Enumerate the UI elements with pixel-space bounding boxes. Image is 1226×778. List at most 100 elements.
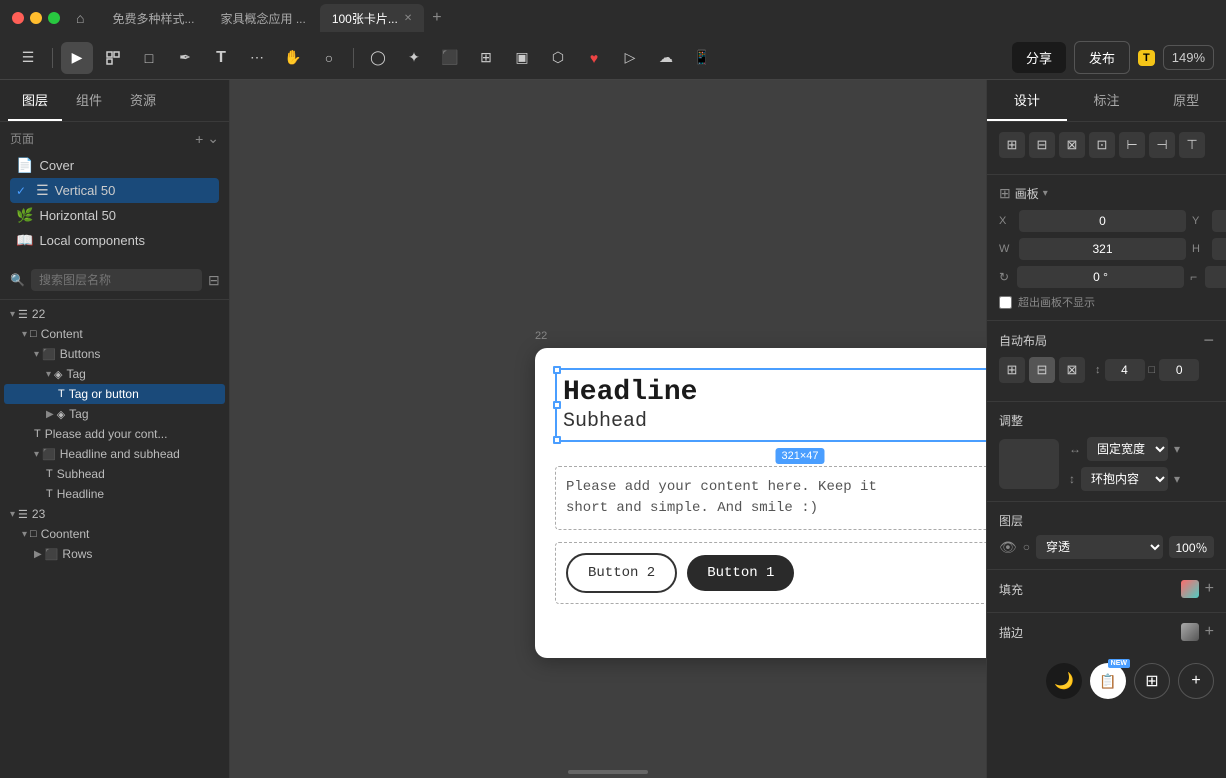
page-local[interactable]: 📖 Local components — [10, 228, 219, 253]
padding-input[interactable] — [1159, 359, 1199, 381]
pages-expand-button[interactable]: ⌄ — [207, 130, 219, 147]
play-tool[interactable]: ▷ — [614, 42, 646, 74]
headline-subhead-group[interactable]: Headline Subhead 321×47 — [555, 368, 986, 442]
width-select[interactable]: 固定宽度 — [1087, 437, 1168, 461]
layout-dir-1[interactable]: ⊞ — [999, 357, 1025, 383]
page-horizontal[interactable]: 🌿 Horizontal 50 — [10, 203, 219, 228]
align-center-h-button[interactable]: ⊟ — [1029, 132, 1055, 158]
circle-tool[interactable]: ◯ — [362, 42, 394, 74]
new-tab-button[interactable]: + — [426, 9, 447, 27]
height-select[interactable]: 环抱内容 — [1081, 467, 1168, 491]
corner-input[interactable] — [1205, 266, 1226, 288]
copy-fab[interactable]: 📋 NEW — [1090, 663, 1126, 699]
x-input[interactable] — [1019, 210, 1186, 232]
layer-tag-or-button[interactable]: T Tag or button — [4, 384, 225, 404]
layer-content[interactable]: ▾ □ Content — [4, 324, 225, 344]
hand-tool[interactable]: ✋ — [277, 42, 309, 74]
tab-2[interactable]: 家具概念应用 ... — [208, 4, 317, 32]
heart-tool[interactable]: ♥ — [578, 42, 610, 74]
design-tab[interactable]: 设计 — [987, 80, 1067, 121]
canvas-scrollbar[interactable] — [568, 770, 648, 774]
publish-button[interactable]: 发布 — [1074, 41, 1130, 74]
canvas-dropdown-icon[interactable]: ▾ — [1043, 188, 1048, 199]
align-top-button[interactable]: ⊡ — [1089, 132, 1115, 158]
moon-fab[interactable]: 🌙 — [1046, 663, 1082, 699]
layer-22[interactable]: ▾ ☰ 22 — [4, 304, 225, 324]
layer-buttons[interactable]: ▾ ⬛ Buttons — [4, 344, 225, 364]
remove-auto-layout-button[interactable]: − — [1203, 331, 1214, 349]
vector-tool[interactable]: ✒ — [169, 42, 201, 74]
stroke-color-picker[interactable] — [1181, 623, 1199, 641]
distribute-button[interactable]: ⊤ — [1179, 132, 1205, 158]
layer-rows[interactable]: ▶ ⬛ Rows — [4, 544, 225, 564]
minimize-button[interactable] — [30, 12, 42, 24]
align-left-button[interactable]: ⊞ — [999, 132, 1025, 158]
align-bottom-button[interactable]: ⊣ — [1149, 132, 1175, 158]
layer-headline[interactable]: T Headline — [4, 484, 225, 504]
opacity-input[interactable] — [1169, 536, 1214, 558]
prototype-tab[interactable]: 原型 — [1146, 80, 1226, 121]
button-2[interactable]: Button 2 — [566, 553, 677, 593]
layer-tag2[interactable]: ▶ ◈ Tag — [4, 404, 225, 424]
h-input[interactable] — [1212, 238, 1226, 260]
maximize-button[interactable] — [48, 12, 60, 24]
tab-1[interactable]: 免费多种样式... — [100, 4, 206, 32]
card-frame[interactable]: Headline Subhead 321×47 Please add your … — [535, 348, 986, 658]
share-button[interactable]: 分享 — [1012, 42, 1066, 73]
layout-dir-2[interactable]: ⊟ — [1029, 357, 1055, 383]
search-input[interactable] — [31, 269, 202, 291]
markup-tab[interactable]: 标注 — [1067, 80, 1147, 121]
overflow-checkbox[interactable] — [999, 296, 1012, 309]
tab-close-icon[interactable]: ✕ — [404, 13, 412, 24]
shape-tool[interactable]: □ — [133, 42, 165, 74]
page-vertical[interactable]: ✓ ☰ Vertical 50 — [10, 178, 219, 203]
fill-color-picker[interactable] — [1181, 580, 1199, 598]
align-right-button[interactable]: ⊠ — [1059, 132, 1085, 158]
cloud-tool[interactable]: ☁ — [650, 42, 682, 74]
align-center-v-button[interactable]: ⊢ — [1119, 132, 1145, 158]
assets-tab[interactable]: 资源 — [116, 80, 170, 121]
layer-tag1[interactable]: ▾ ◈ Tag — [4, 364, 225, 384]
expand-icon-2[interactable]: ▾ — [1174, 472, 1180, 486]
gap-input[interactable] — [1105, 359, 1145, 381]
layer-headline-subhead[interactable]: ▾ ⬛ Headline and subhead — [4, 444, 225, 464]
star-tool[interactable]: ✦ — [398, 42, 430, 74]
comp-tool[interactable]: ⊞ — [470, 42, 502, 74]
close-button[interactable] — [12, 12, 24, 24]
w-input[interactable] — [1019, 238, 1186, 260]
home-icon[interactable]: ⌂ — [76, 10, 84, 26]
move-tool[interactable]: ▶ — [61, 42, 93, 74]
layer-23[interactable]: ▾ ☰ 23 — [4, 504, 225, 524]
layer-please-add[interactable]: T Please add your cont... — [4, 424, 225, 444]
layer-coontent[interactable]: ▾ □ Coontent — [4, 524, 225, 544]
mask-tool[interactable]: ⬡ — [542, 42, 574, 74]
text-tool[interactable]: T — [205, 42, 237, 74]
plus-fab[interactable]: + — [1178, 663, 1214, 699]
frame-tool[interactable] — [97, 42, 129, 74]
blend-select[interactable]: 穿透 — [1036, 535, 1163, 559]
anchor-tool[interactable]: ⋯ — [241, 42, 273, 74]
visibility-icon[interactable]: 👁 — [999, 539, 1017, 556]
page-cover[interactable]: 📄 Cover — [10, 153, 219, 178]
rotate-input[interactable] — [1017, 266, 1184, 288]
components-tab[interactable]: 组件 — [62, 80, 116, 121]
canvas[interactable]: 22 Headline Subhead 321×47 — [230, 80, 986, 778]
frame2-tool[interactable]: ⬛ — [434, 42, 466, 74]
device-tool[interactable]: 📱 — [686, 42, 718, 74]
comment-tool[interactable]: ○ — [313, 42, 345, 74]
button-1[interactable]: Button 1 — [687, 555, 794, 591]
add-stroke-button[interactable]: + — [1205, 623, 1214, 641]
grid-fab[interactable]: ⊞ — [1134, 663, 1170, 699]
layer-subhead[interactable]: T Subhead — [4, 464, 225, 484]
add-fill-button[interactable]: + — [1205, 580, 1214, 598]
layout-dir-3[interactable]: ⊠ — [1059, 357, 1085, 383]
filter-icon[interactable]: ⊟ — [208, 272, 220, 289]
layers-tab[interactable]: 图层 — [8, 80, 62, 121]
expand-icon[interactable]: ▾ — [1174, 442, 1180, 456]
y-input[interactable] — [1212, 210, 1226, 232]
zoom-display[interactable]: 149% — [1163, 45, 1214, 70]
add-page-button[interactable]: + — [195, 130, 203, 147]
group-tool[interactable]: ▣ — [506, 42, 538, 74]
tab-3[interactable]: 100张卡片... ✕ — [320, 4, 424, 32]
menu-button[interactable]: ☰ — [12, 42, 44, 74]
